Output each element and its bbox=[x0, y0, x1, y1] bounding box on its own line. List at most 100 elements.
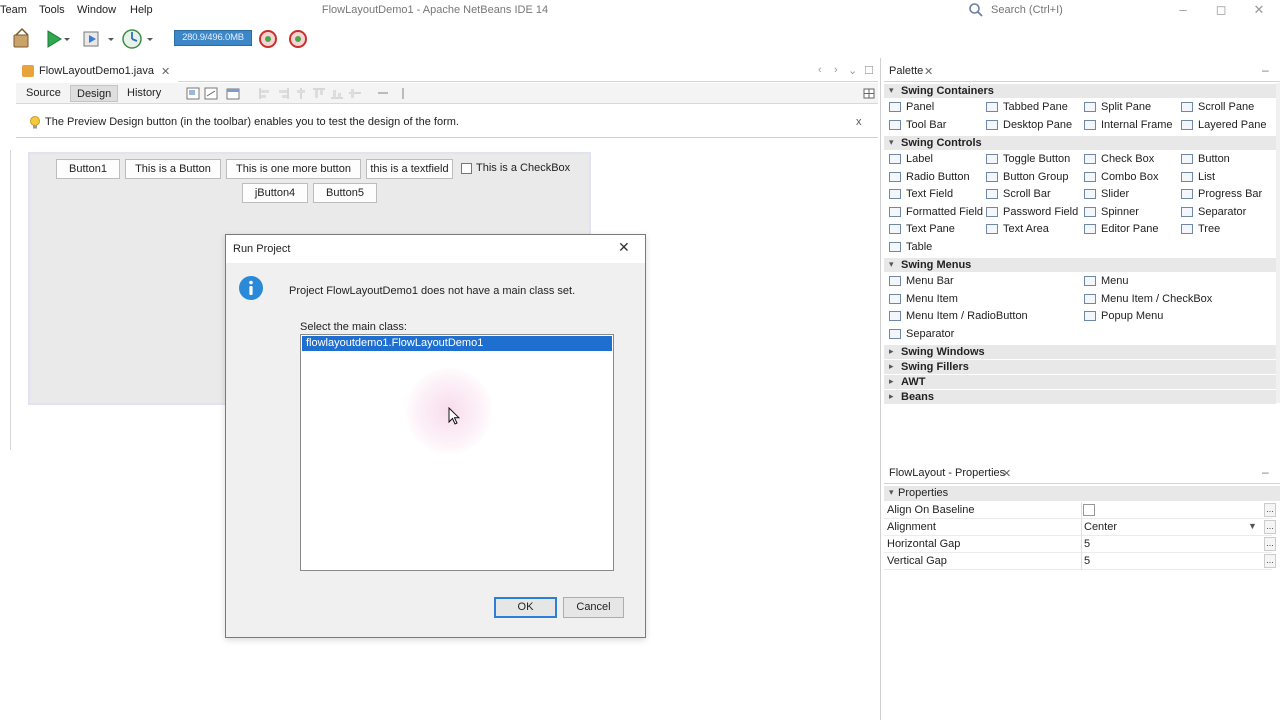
palette-item-formatted-field[interactable]: Formatted Field bbox=[889, 205, 983, 219]
palette-item-internal-frame[interactable]: Internal Frame bbox=[1084, 118, 1173, 132]
properties-tab[interactable]: FlowLayout - Properties bbox=[889, 467, 1005, 479]
palette-item-button[interactable]: Button bbox=[1181, 152, 1230, 166]
palette-item-layered-pane[interactable]: Layered Pane bbox=[1181, 118, 1267, 132]
panel-splitter[interactable] bbox=[880, 58, 881, 720]
form-button1[interactable]: Button1 bbox=[56, 159, 120, 179]
scroll-left-icon[interactable]: ‹ bbox=[818, 64, 822, 76]
clean-build-icon[interactable] bbox=[10, 27, 34, 51]
palette-category-swing-controls[interactable]: ▾ Swing Controls bbox=[884, 136, 1276, 150]
palette-item-button-group[interactable]: Button Group bbox=[986, 170, 1068, 184]
palette-item-check-box[interactable]: Check Box bbox=[1084, 152, 1154, 166]
form-jbutton4[interactable]: jButton4 bbox=[242, 183, 308, 203]
palette-item-split-pane[interactable]: Split Pane bbox=[1084, 100, 1151, 114]
ellipsis-button[interactable]: ... bbox=[1264, 554, 1276, 568]
palette-category-beans[interactable]: ▸ Beans bbox=[884, 390, 1276, 404]
close-icon[interactable]: ✕ bbox=[161, 65, 170, 78]
palette-tab[interactable]: Palette bbox=[889, 65, 923, 77]
palette-item-text-field[interactable]: Text Field bbox=[889, 187, 953, 201]
connection-mode-icon[interactable] bbox=[204, 87, 218, 100]
palette-category-swing-containers[interactable]: ▾ Swing Containers bbox=[884, 84, 1276, 98]
align-top-icon[interactable] bbox=[312, 87, 326, 100]
minimize-panel-icon[interactable]: – bbox=[1262, 465, 1269, 479]
palette-item-label[interactable]: Label bbox=[889, 152, 933, 166]
hint-close-icon[interactable]: x bbox=[856, 116, 862, 128]
form-checkbox[interactable] bbox=[461, 163, 472, 174]
palette-item-popup-menu[interactable]: Popup Menu bbox=[1084, 309, 1163, 323]
properties-category[interactable]: ▾ Properties bbox=[884, 486, 1280, 501]
palette-item-list[interactable]: List bbox=[1181, 170, 1215, 184]
palette-category-swing-windows[interactable]: ▸ Swing Windows bbox=[884, 345, 1276, 359]
palette-item-editor-pane[interactable]: Editor Pane bbox=[1084, 222, 1158, 236]
center-horizontal-icon[interactable] bbox=[294, 87, 308, 100]
close-icon[interactable]: ✕ bbox=[924, 65, 933, 78]
debug-project-icon[interactable] bbox=[80, 27, 104, 51]
profile-project-icon[interactable] bbox=[120, 27, 144, 51]
gc-icon[interactable] bbox=[256, 27, 280, 51]
search-icon[interactable] bbox=[968, 2, 984, 18]
palette-item-scroll-pane[interactable]: Scroll Pane bbox=[1181, 100, 1254, 114]
resize-vertical-icon[interactable] bbox=[396, 87, 410, 100]
scroll-right-icon[interactable]: › bbox=[834, 64, 838, 76]
maximize-editor-icon[interactable]: ☐ bbox=[864, 64, 874, 77]
property-row-horizontal-gap[interactable]: Horizontal Gap 5 ... bbox=[884, 536, 1276, 553]
profile-dropdown-icon[interactable] bbox=[145, 27, 155, 51]
palette-item-separator[interactable]: Separator bbox=[889, 327, 954, 341]
tab-history[interactable]: History bbox=[121, 85, 167, 102]
ellipsis-button[interactable]: ... bbox=[1264, 503, 1276, 517]
palette-item-toggle-button[interactable]: Toggle Button bbox=[986, 152, 1070, 166]
snapshot-icon[interactable] bbox=[286, 27, 310, 51]
dialog-close-icon[interactable]: ✕ bbox=[618, 239, 630, 256]
palette-item-password-field[interactable]: Password Field bbox=[986, 205, 1078, 219]
form-textfield[interactable]: this is a textfield bbox=[366, 159, 453, 179]
resize-horizontal-icon[interactable] bbox=[376, 87, 390, 100]
selection-mode-icon[interactable] bbox=[186, 87, 200, 100]
maximize-icon[interactable]: ◻ bbox=[1213, 2, 1229, 18]
palette-item-menu[interactable]: Menu bbox=[1084, 274, 1129, 288]
list-item[interactable]: flowlayoutdemo1.FlowLayoutDemo1 bbox=[302, 336, 612, 351]
form-button-this-is-a-button[interactable]: This is a Button bbox=[125, 159, 221, 179]
palette-item-progress-bar[interactable]: Progress Bar bbox=[1181, 187, 1262, 201]
property-value[interactable]: 5 bbox=[1084, 555, 1090, 567]
align-bottom-icon[interactable] bbox=[330, 87, 344, 100]
debug-dropdown-icon[interactable] bbox=[106, 27, 116, 51]
main-class-list[interactable]: flowlayoutdemo1.FlowLayoutDemo1 bbox=[300, 334, 614, 571]
property-value[interactable]: Center bbox=[1084, 521, 1117, 533]
palette-item-radio-button[interactable]: Radio Button bbox=[889, 170, 970, 184]
chevron-down-icon[interactable]: ⌄ bbox=[848, 64, 857, 77]
property-value[interactable]: 5 bbox=[1084, 538, 1090, 550]
palette-item-desktop-pane[interactable]: Desktop Pane bbox=[986, 118, 1072, 132]
property-row-alignment[interactable]: Alignment Center ▼ ... bbox=[884, 519, 1276, 536]
align-left-icon[interactable] bbox=[258, 87, 272, 100]
property-row-align-on-baseline[interactable]: Align On Baseline ... bbox=[884, 502, 1276, 519]
form-button-one-more[interactable]: This is one more button bbox=[226, 159, 361, 179]
chevron-down-icon[interactable]: ▼ bbox=[1248, 521, 1257, 531]
palette-item-separator[interactable]: Separator bbox=[1181, 205, 1246, 219]
run-dropdown-icon[interactable] bbox=[62, 27, 72, 51]
palette-item-table[interactable]: Table bbox=[889, 240, 932, 254]
palette-scrollbar[interactable] bbox=[1276, 83, 1280, 403]
minimize-panel-icon[interactable]: – bbox=[1262, 63, 1269, 77]
palette-item-tool-bar[interactable]: Tool Bar bbox=[889, 118, 946, 132]
cancel-button[interactable]: Cancel bbox=[563, 597, 624, 618]
palette-item-combo-box[interactable]: Combo Box bbox=[1084, 170, 1158, 184]
center-vertical-icon[interactable] bbox=[348, 87, 362, 100]
close-icon[interactable]: ✕ bbox=[1002, 467, 1011, 480]
tab-source[interactable]: Source bbox=[20, 85, 67, 102]
property-checkbox[interactable] bbox=[1083, 504, 1095, 516]
palette-toggle-icon[interactable] bbox=[862, 87, 876, 100]
palette-category-swing-menus[interactable]: ▾ Swing Menus bbox=[884, 258, 1276, 272]
ok-button[interactable]: OK bbox=[494, 597, 557, 618]
property-row-vertical-gap[interactable]: Vertical Gap 5 ... bbox=[884, 553, 1276, 570]
palette-item-menu-item-checkbox[interactable]: Menu Item / CheckBox bbox=[1084, 292, 1212, 306]
palette-item-menu-item-radiobutton[interactable]: Menu Item / RadioButton bbox=[889, 309, 1028, 323]
palette-category-awt[interactable]: ▸ AWT bbox=[884, 375, 1276, 389]
ellipsis-button[interactable]: ... bbox=[1264, 520, 1276, 534]
palette-item-panel[interactable]: Panel bbox=[889, 100, 934, 114]
palette-item-menu-bar[interactable]: Menu Bar bbox=[889, 274, 954, 288]
palette-item-text-pane[interactable]: Text Pane bbox=[889, 222, 955, 236]
tab-flowlayoutdemo1-java[interactable]: FlowLayoutDemo1.java ✕ bbox=[16, 60, 179, 82]
palette-item-tabbed-pane[interactable]: Tabbed Pane bbox=[986, 100, 1068, 114]
palette-item-menu-item[interactable]: Menu Item bbox=[889, 292, 958, 306]
tab-design[interactable]: Design bbox=[70, 85, 119, 102]
form-button5[interactable]: Button5 bbox=[313, 183, 377, 203]
